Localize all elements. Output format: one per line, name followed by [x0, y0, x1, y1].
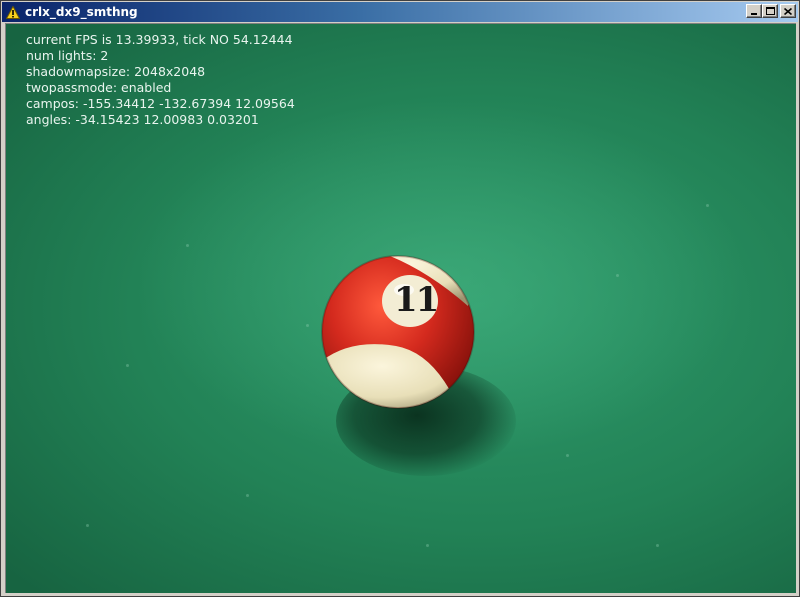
close-icon — [784, 7, 792, 15]
felt-speck — [126, 364, 129, 367]
fps-readout: current FPS is 13.39933, tick NO 54.1244… — [26, 32, 293, 47]
billiard-ball: 11 — [318, 246, 516, 476]
felt-speck — [616, 274, 619, 277]
twopass-readout: twopassmode: enabled — [26, 80, 172, 95]
felt-speck — [706, 204, 709, 207]
felt-speck — [86, 524, 89, 527]
shadowmap-readout: shadowmapsize: 2048x2048 — [26, 64, 206, 79]
close-button[interactable] — [780, 4, 796, 18]
lights-readout: num lights: 2 — [26, 48, 109, 63]
app-window: crlx_dx9_smthng current FPS is 13.39933,… — [0, 0, 800, 597]
felt-speck — [426, 544, 429, 547]
debug-overlay: current FPS is 13.39933, tick NO 54.1244… — [26, 32, 295, 128]
window-controls — [746, 4, 796, 18]
felt-speck — [566, 454, 569, 457]
felt-speck — [656, 544, 659, 547]
felt-speck — [306, 324, 309, 327]
maximize-button[interactable] — [762, 4, 778, 18]
felt-speck — [246, 494, 249, 497]
maximize-icon — [765, 7, 775, 15]
felt-speck — [186, 244, 189, 247]
minimize-icon — [751, 12, 757, 15]
ball-graphic — [321, 255, 475, 409]
minimize-button[interactable] — [746, 4, 762, 18]
angles-readout: angles: -34.15423 12.00983 0.03201 — [26, 112, 259, 127]
warning-icon — [5, 4, 21, 20]
campos-readout: campos: -155.34412 -132.67394 12.09564 — [26, 96, 295, 111]
window-title: crlx_dx9_smthng — [25, 5, 138, 19]
render-viewport[interactable]: current FPS is 13.39933, tick NO 54.1244… — [5, 23, 796, 593]
ball-number: 11 — [394, 280, 439, 320]
title-bar[interactable]: crlx_dx9_smthng — [2, 2, 798, 22]
